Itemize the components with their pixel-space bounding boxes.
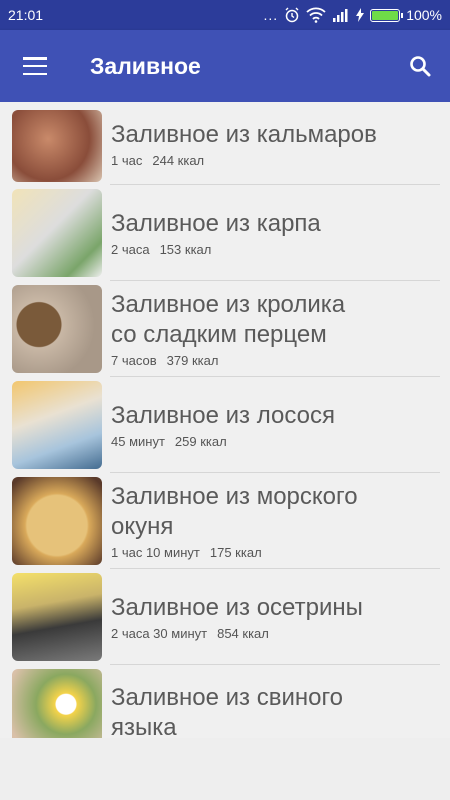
recipe-kcal: 153 ккал bbox=[159, 242, 212, 257]
recipe-thumbnail bbox=[12, 573, 102, 661]
list-item[interactable]: Заливное из свиного языка bbox=[0, 665, 450, 738]
recipe-name: Заливное из кальмаров bbox=[111, 120, 377, 148]
list-item[interactable]: Заливное из кролика со сладким перцем 7 … bbox=[0, 281, 450, 377]
recipe-time: 7 часов bbox=[111, 353, 157, 368]
recipe-name-line2: окуня bbox=[111, 513, 174, 540]
recipe-name: Заливное из лосося bbox=[111, 402, 335, 429]
recipe-time: 1 час 10 минут bbox=[111, 545, 200, 560]
recipe-kcal: 854 ккал bbox=[217, 626, 269, 641]
recipe-list[interactable]: Заливное из кальмаров 1 час 244 ккал Зали… bbox=[0, 102, 450, 738]
alarm-icon bbox=[285, 7, 299, 23]
search-button[interactable] bbox=[390, 30, 450, 102]
recipe-thumbnail bbox=[12, 477, 102, 565]
list-item[interactable]: Заливное из кальмаров 1 час 244 ккал bbox=[0, 102, 450, 185]
list-item[interactable]: Заливное из осетрины 2 часа 30 минут 854 … bbox=[0, 569, 450, 665]
more-notifications-icon: ... bbox=[263, 7, 279, 23]
recipe-kcal: 244 ккал bbox=[152, 152, 205, 168]
status-icons: ... 100% bbox=[264, 7, 442, 23]
menu-button[interactable] bbox=[0, 30, 70, 102]
recipe-kcal: 259 ккал bbox=[174, 434, 227, 449]
hamburger-menu-icon bbox=[23, 57, 47, 75]
recipe-thumbnail bbox=[12, 189, 102, 277]
wifi-icon bbox=[306, 7, 326, 23]
list-item[interactable]: Заливное из лосося 45 минут 259 ккал bbox=[0, 377, 450, 473]
status-bar: 21:01 ... 100% bbox=[0, 0, 450, 30]
app-bar: Заливное bbox=[0, 30, 450, 102]
recipe-kcal: 175 ккал bbox=[209, 545, 262, 560]
recipe-time: 2 часа 30 минут bbox=[111, 626, 208, 641]
recipe-time: 1 час bbox=[111, 152, 143, 168]
battery-icon bbox=[370, 8, 404, 22]
list-item[interactable]: Заливное из карпа 2 часа 153 ккал bbox=[0, 185, 450, 281]
search-icon bbox=[410, 56, 431, 77]
status-time: 21:01 bbox=[8, 7, 44, 23]
recipe-name: Заливное из карпа bbox=[111, 210, 321, 237]
recipe-thumbnail bbox=[12, 109, 102, 182]
recipe-name-line2: языка bbox=[111, 714, 177, 738]
recipe-kcal: 379 ккал bbox=[166, 353, 219, 368]
recipe-time: 2 часа bbox=[111, 242, 150, 257]
recipe-thumbnail bbox=[12, 285, 102, 373]
recipe-name-line2: со сладким перцем bbox=[111, 321, 327, 348]
recipe-name-line1: Заливное из морского bbox=[111, 483, 358, 510]
recipe-name: Заливное из осетрины bbox=[111, 594, 363, 621]
battery-percent: 100% bbox=[406, 7, 442, 23]
signal-icon bbox=[333, 9, 348, 22]
recipe-time: 45 минут bbox=[111, 434, 165, 449]
list-item[interactable]: Заливное из морского окуня 1 час 10 мину… bbox=[0, 473, 450, 569]
recipe-name-line1: Заливное из кролика bbox=[111, 291, 346, 318]
recipe-thumbnail bbox=[12, 669, 102, 738]
recipe-thumbnail bbox=[12, 381, 102, 469]
charging-icon bbox=[356, 8, 365, 22]
page-title: Заливное bbox=[90, 52, 201, 79]
recipe-name-line1: Заливное из свиного bbox=[111, 684, 344, 711]
